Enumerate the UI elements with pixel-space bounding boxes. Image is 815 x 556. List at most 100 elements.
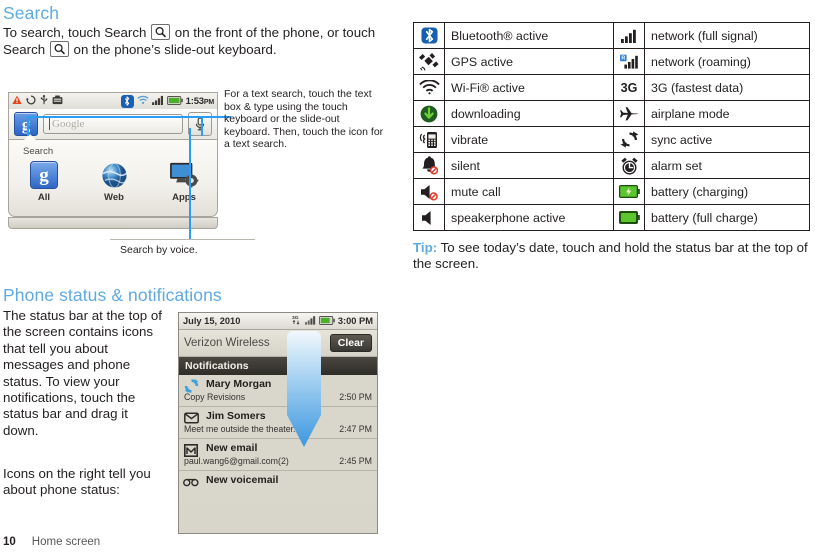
warning-icon xyxy=(12,92,22,110)
table-row: speakerphone active battery (full charge… xyxy=(413,204,810,231)
table-row: Bluetooth® active network (full signal) xyxy=(413,22,810,49)
table-cell-label: speakerphone active xyxy=(444,204,614,231)
notification-status-icons: 3G 3:00 PM xyxy=(292,313,373,330)
text-search-callout-text: For a text search, touch the text box & … xyxy=(224,88,384,151)
table-cell-label: Bluetooth® active xyxy=(444,22,614,49)
table-row: GPS active R network (roaming) xyxy=(413,48,810,75)
search-key-icon xyxy=(151,24,171,40)
dropdown-items: g All Web Apps xyxy=(9,160,219,203)
dropdown-item-apps[interactable]: Apps xyxy=(156,160,212,203)
alarm-icon xyxy=(613,152,645,179)
clear-button[interactable]: Clear xyxy=(329,334,372,352)
tip-label: Tip: xyxy=(413,240,438,255)
notification-status-bar: July 15, 2010 3G 3:00 PM xyxy=(179,313,377,330)
list-item[interactable]: Jim Somers Meet me outside the theater..… xyxy=(179,407,377,439)
3g-icon: 3G xyxy=(292,313,302,330)
search-dropdown-panel: Search g All Web Apps xyxy=(8,134,219,217)
dropdown-item-apps-label: Apps xyxy=(172,192,196,203)
message-icon xyxy=(183,411,199,425)
callout-line-voice-vertical xyxy=(189,128,191,240)
table-cell-label: downloading xyxy=(444,100,614,127)
list-item-time: 2:45 PM xyxy=(339,456,372,466)
table-cell-label: vibrate xyxy=(444,126,614,153)
table-row: silent alarm set xyxy=(413,152,810,179)
status-paragraph-1: The status bar at the top of the screen … xyxy=(3,308,162,438)
notifications-header: Notifications xyxy=(179,357,377,375)
table-row: vibrate sync active xyxy=(413,126,810,153)
voice-search-caption: Search by voice. xyxy=(120,244,198,256)
sd-card-icon xyxy=(52,92,63,110)
svg-text:3G: 3G xyxy=(292,315,299,321)
dropdown-item-all[interactable]: g All xyxy=(16,160,72,203)
list-item-title: New voicemail xyxy=(206,474,279,486)
table-cell-label: network (roaming) xyxy=(644,48,810,75)
signal-roaming-icon: R xyxy=(613,48,645,75)
dropdown-item-all-label: All xyxy=(37,192,51,203)
notification-time: 3:00 PM xyxy=(337,316,373,326)
table-cell-label: sync active xyxy=(644,126,810,153)
page-footer: 10 Home screen xyxy=(3,536,100,548)
tip-block: Tip: To see today’s date, touch and hold… xyxy=(413,240,809,273)
table-cell-label: airplane mode xyxy=(644,100,810,127)
list-item[interactable]: New email paul.wang6@gmail.com(2) 2:45 P… xyxy=(179,439,377,471)
status-bar-right-icons: 1:53PM xyxy=(120,92,214,110)
callout-line-voice-horizontal xyxy=(110,239,190,240)
manual-page: Search To search, touch Search on the fr… xyxy=(0,0,815,556)
search-intro-part3: on the phone’s slide-out keyboard. xyxy=(73,42,277,58)
table-cell-label: Wi-Fi® active xyxy=(444,74,614,101)
speakerphone-icon xyxy=(413,204,445,231)
wifi-icon xyxy=(413,74,445,101)
status-section-heading: Phone status & notifications xyxy=(3,285,222,305)
search-intro-part1: To search, touch Search xyxy=(3,25,147,40)
bluetooth-icon xyxy=(413,22,445,49)
table-row: mute call battery (charging) xyxy=(413,178,810,205)
gmail-icon xyxy=(183,443,199,457)
search-intro-paragraph: To search, touch Search on the front of … xyxy=(3,24,403,59)
table-cell-label: mute call xyxy=(444,178,614,205)
status-icon-table: Bluetooth® active network (full signal) xyxy=(413,22,810,231)
list-item[interactable]: New voicemail xyxy=(179,471,377,503)
status-bar-ampm: PM xyxy=(203,98,214,106)
battery-charging-icon xyxy=(613,178,645,205)
page-number: 10 xyxy=(3,536,16,548)
voicemail-icon xyxy=(183,475,199,489)
airplane-icon xyxy=(613,100,645,127)
notification-panel-figure: July 15, 2010 3G 3:00 PM Verizon Wireles… xyxy=(178,312,378,534)
chapter-label: Home screen xyxy=(31,536,101,548)
list-item-title: New email xyxy=(206,442,258,454)
signal-icon xyxy=(304,313,316,330)
search-key-icon-2 xyxy=(49,41,69,58)
status-bar-time-value: 1:53 xyxy=(185,95,204,107)
dropdown-label: Search xyxy=(23,146,54,157)
google-icon: g xyxy=(16,160,72,190)
usb-icon xyxy=(40,92,48,110)
table-cell-label: GPS active xyxy=(444,48,614,75)
text-caret xyxy=(49,118,50,130)
phone-bezel-bottom xyxy=(8,217,218,229)
table-row: downloading airplane mode xyxy=(413,100,810,127)
bluetooth-icon xyxy=(120,94,134,108)
status-icon-table-body: Bluetooth® active network (full signal) xyxy=(413,22,810,231)
3g-icon: 3G xyxy=(613,74,645,101)
svg-text:R: R xyxy=(621,56,625,62)
battery-icon xyxy=(166,92,183,110)
carrier-row: Verizon Wireless Clear xyxy=(179,330,377,357)
phone-status-bar: 1:53PM xyxy=(8,92,218,109)
dropdown-notch xyxy=(23,134,37,141)
callout-line-left-vertical xyxy=(27,116,29,136)
gps-icon xyxy=(413,48,445,75)
list-item-title: Jim Somers xyxy=(206,410,266,422)
battery-icon xyxy=(318,313,335,330)
sync-icon xyxy=(613,126,645,153)
dropdown-item-web[interactable]: Web xyxy=(86,160,142,203)
table-cell-label: network (full signal) xyxy=(644,22,810,49)
list-item[interactable]: Mary Morgan Copy Revisions 2:50 PM xyxy=(179,375,377,407)
left-column: Search To search, touch Search on the fr… xyxy=(3,3,403,59)
signal-icon xyxy=(151,92,164,110)
callout-line-voice-horizontal-2 xyxy=(190,239,255,240)
notification-date: July 15, 2010 xyxy=(183,316,241,326)
sync-icon xyxy=(26,92,36,110)
silent-icon xyxy=(413,152,445,179)
status-bar-left-icons xyxy=(12,92,63,110)
search-section-heading: Search xyxy=(3,3,60,23)
